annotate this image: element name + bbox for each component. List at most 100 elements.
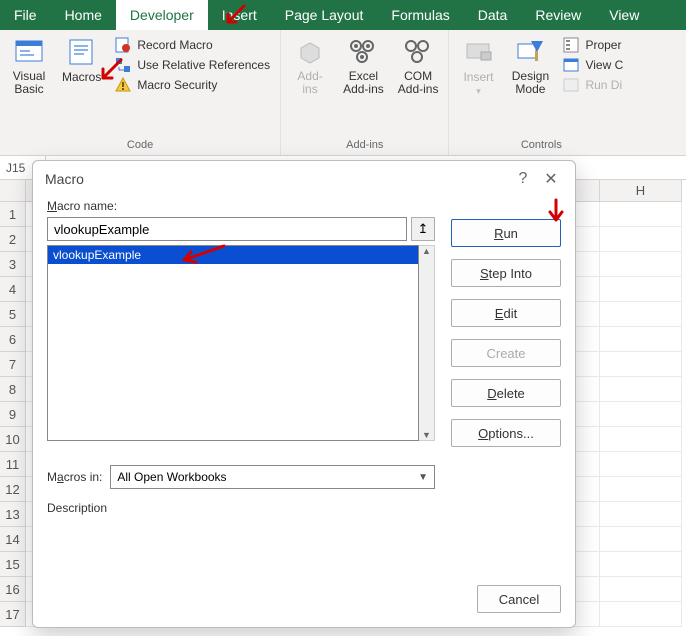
scroll-up-icon: ▲ <box>422 246 431 256</box>
row-header[interactable]: 11 <box>0 452 26 477</box>
macro-security-icon <box>115 77 131 93</box>
run-dialog-label: Run Di <box>585 78 622 92</box>
tab-view[interactable]: View <box>595 0 653 30</box>
insert-control-button[interactable]: Insert ▾ <box>455 32 501 137</box>
row-header[interactable]: 5 <box>0 302 26 327</box>
description-label: Description <box>47 501 435 515</box>
record-macro-button[interactable]: Record Macro <box>111 36 274 54</box>
visual-basic-button[interactable]: Visual Basic <box>6 32 52 137</box>
tab-formulas[interactable]: Formulas <box>377 0 463 30</box>
view-code-button[interactable]: View C <box>559 56 627 74</box>
macro-list[interactable]: vlookupExample <box>47 245 419 441</box>
row-header[interactable]: 1 <box>0 202 26 227</box>
ribbon-tabs: File Home Developer Insert Page Layout F… <box>0 0 686 30</box>
row-header[interactable]: 9 <box>0 402 26 427</box>
cell[interactable] <box>600 502 682 527</box>
cell[interactable] <box>600 252 682 277</box>
cell[interactable] <box>600 302 682 327</box>
tab-file[interactable]: File <box>0 0 51 30</box>
cell[interactable] <box>600 577 682 602</box>
tab-home[interactable]: Home <box>51 0 116 30</box>
cell[interactable] <box>600 527 682 552</box>
cell[interactable] <box>600 452 682 477</box>
row-header[interactable]: 17 <box>0 602 26 627</box>
list-item[interactable]: vlookupExample <box>48 246 418 264</box>
visual-basic-icon <box>13 36 45 68</box>
use-rel-refs-icon <box>115 57 131 73</box>
macros-button[interactable]: Macros <box>58 32 105 137</box>
cell[interactable] <box>600 427 682 452</box>
cell[interactable] <box>600 552 682 577</box>
scrollbar[interactable]: ▲ ▼ <box>419 245 435 441</box>
com-addins-button[interactable]: COM Add-ins <box>394 32 443 137</box>
row-header[interactable]: 15 <box>0 552 26 577</box>
row-header[interactable]: 10 <box>0 427 26 452</box>
design-mode-button[interactable]: Design Mode <box>507 32 553 137</box>
chevron-down-icon: ▾ <box>476 86 481 97</box>
reference-edit-button[interactable]: ↥ <box>411 217 435 241</box>
run-dialog-icon <box>563 77 579 93</box>
row-header[interactable]: 2 <box>0 227 26 252</box>
row-header[interactable]: 6 <box>0 327 26 352</box>
addins-icon <box>294 36 326 68</box>
cell[interactable] <box>600 327 682 352</box>
cell[interactable] <box>600 402 682 427</box>
col-header[interactable]: H <box>600 180 682 202</box>
macro-name-input[interactable] <box>47 217 407 241</box>
use-rel-refs-label: Use Relative References <box>137 58 270 72</box>
cell[interactable] <box>600 202 682 227</box>
row-header[interactable]: 3 <box>0 252 26 277</box>
delete-button[interactable]: Delete <box>451 379 561 407</box>
cell[interactable] <box>600 477 682 502</box>
edit-button[interactable]: Edit <box>451 299 561 327</box>
step-into-button[interactable]: Step Into <box>451 259 561 287</box>
macros-in-label: Macros in: <box>47 470 102 484</box>
properties-button[interactable]: Proper <box>559 36 627 54</box>
use-rel-refs-button[interactable]: Use Relative References <box>111 56 274 74</box>
dialog-title: Macro <box>45 171 84 187</box>
cell[interactable] <box>600 352 682 377</box>
cell[interactable] <box>600 602 682 627</box>
cell[interactable] <box>600 377 682 402</box>
run-dialog-button[interactable]: Run Di <box>559 76 627 94</box>
help-button[interactable]: ? <box>509 170 537 188</box>
tab-page-layout[interactable]: Page Layout <box>271 0 378 30</box>
chevron-down-icon: ▼ <box>418 472 428 483</box>
up-arrow-icon: ↥ <box>418 221 429 237</box>
create-button[interactable]: Create <box>451 339 561 367</box>
tab-developer[interactable]: Developer <box>116 0 208 30</box>
macro-dialog: Macro ? ✕ Macro name: ↥ vlookupExample ▲… <box>32 160 576 628</box>
row-header[interactable]: 16 <box>0 577 26 602</box>
com-addins-label: COM Add-ins <box>398 70 439 96</box>
addins-button[interactable]: Add- ins <box>287 32 333 137</box>
record-macro-label: Record Macro <box>137 38 212 52</box>
row-header[interactable]: 7 <box>0 352 26 377</box>
row-header[interactable]: 8 <box>0 377 26 402</box>
row-header[interactable]: 13 <box>0 502 26 527</box>
excel-addins-label: Excel Add-ins <box>343 70 384 96</box>
group-addins-label: Add-ins <box>287 137 442 155</box>
tab-insert[interactable]: Insert <box>208 0 271 30</box>
cell[interactable] <box>600 277 682 302</box>
macros-in-select[interactable]: All Open Workbooks ▼ <box>110 465 435 489</box>
tab-review[interactable]: Review <box>521 0 595 30</box>
run-button[interactable]: Run <box>451 219 561 247</box>
record-macro-icon <box>115 37 131 53</box>
insert-control-icon <box>462 36 494 68</box>
tab-data[interactable]: Data <box>464 0 522 30</box>
row-header[interactable]: 4 <box>0 277 26 302</box>
row-header[interactable]: 14 <box>0 527 26 552</box>
close-button[interactable]: ✕ <box>537 169 565 189</box>
excel-addins-button[interactable]: Excel Add-ins <box>339 32 388 137</box>
dialog-titlebar: Macro ? ✕ <box>33 161 575 195</box>
options-button[interactable]: Options... <box>451 419 561 447</box>
row-header[interactable]: 12 <box>0 477 26 502</box>
insert-control-label: Insert <box>463 70 493 84</box>
macro-security-button[interactable]: Macro Security <box>111 76 274 94</box>
design-mode-label: Design Mode <box>512 70 549 96</box>
cell[interactable] <box>600 227 682 252</box>
visual-basic-label: Visual Basic <box>13 70 45 96</box>
cancel-button[interactable]: Cancel <box>477 585 561 613</box>
group-controls-label: Controls <box>455 137 627 155</box>
select-all-corner[interactable] <box>0 180 26 202</box>
